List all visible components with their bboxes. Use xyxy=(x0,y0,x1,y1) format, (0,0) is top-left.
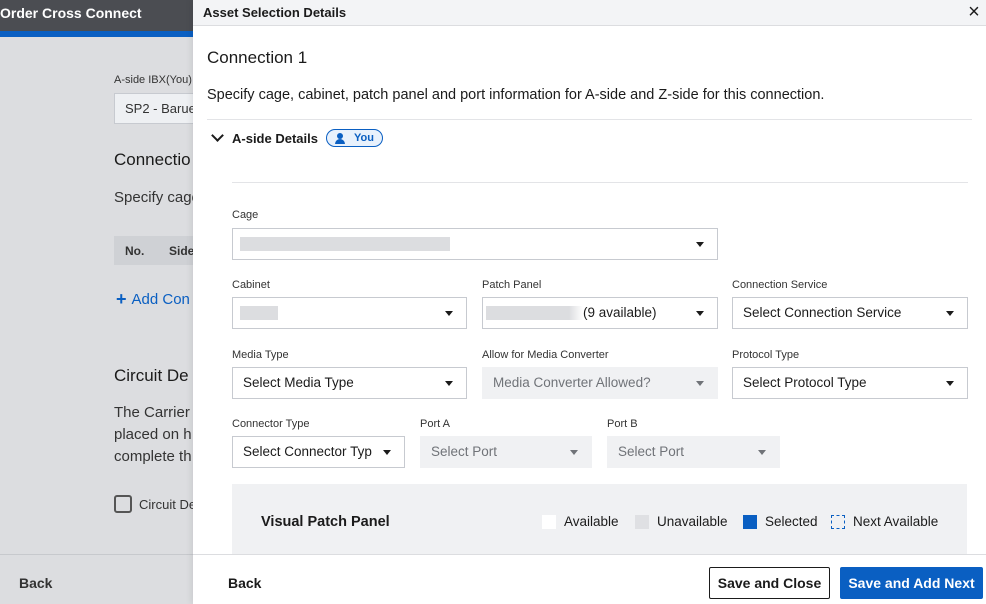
aside-ibx-label: A-side IBX(You) xyxy=(114,74,192,86)
protocol-type-select[interactable]: Select Protocol Type xyxy=(732,367,968,399)
asset-selection-drawer: Asset Selection Details × Connection 1 S… xyxy=(193,0,986,604)
connection-service-select[interactable]: Select Connection Service xyxy=(732,297,968,329)
close-icon[interactable]: × xyxy=(964,1,984,23)
back-button[interactable]: Back xyxy=(228,575,261,591)
caret-down-icon xyxy=(758,450,766,455)
chevron-down-icon xyxy=(211,129,224,142)
connector-type-label: Connector Type xyxy=(232,418,310,430)
connections-table-header: No. Side xyxy=(114,236,204,265)
connector-type-select[interactable]: Select Connector Typ xyxy=(232,436,405,468)
plus-icon: + xyxy=(116,289,127,309)
caret-down-icon xyxy=(445,381,453,386)
column-header-no: No. xyxy=(125,244,145,258)
media-converter-select: Media Converter Allowed? xyxy=(482,367,718,399)
legend-unavailable-label: Unavailable xyxy=(657,514,728,529)
connector-type-placeholder: Select Connector Typ xyxy=(243,444,372,459)
legend-next-available: Next Available xyxy=(831,514,938,529)
save-and-close-button[interactable]: Save and Close xyxy=(709,567,830,599)
connection-instructions: Specify cage, cabinet, patch panel and p… xyxy=(207,87,825,103)
drawer-body[interactable]: Connection 1 Specify cage, cabinet, patc… xyxy=(193,26,986,554)
visual-patch-panel-title: Visual Patch Panel xyxy=(261,514,390,530)
connection-service-label: Connection Service xyxy=(732,279,828,291)
media-converter-label: Allow for Media Converter xyxy=(482,349,609,361)
aside-details-toggle[interactable]: A-side Details You xyxy=(211,128,383,148)
redacted-value xyxy=(486,306,570,320)
drawer-header: Asset Selection Details × xyxy=(193,0,986,26)
port-a-select: Select Port xyxy=(420,436,592,468)
caret-down-icon xyxy=(696,381,704,386)
unavailable-swatch xyxy=(635,514,649,529)
app-title: Order Cross Connect xyxy=(0,5,142,21)
circuit-checkbox[interactable] xyxy=(114,495,132,513)
available-swatch xyxy=(542,514,556,529)
port-b-placeholder: Select Port xyxy=(618,444,685,459)
media-converter-placeholder: Media Converter Allowed? xyxy=(493,375,651,390)
caret-down-icon xyxy=(946,381,954,386)
media-type-label: Media Type xyxy=(232,349,289,361)
caret-down-icon xyxy=(445,311,453,316)
drawer-footer: Back Save and Close Save and Add Next xyxy=(193,554,986,604)
caret-down-icon xyxy=(570,450,578,455)
caret-down-icon xyxy=(946,311,954,316)
caret-down-icon xyxy=(696,311,704,316)
circuit-checkbox-label: Circuit De xyxy=(139,497,197,512)
person-icon xyxy=(334,132,346,144)
connection-heading: Connectio xyxy=(114,150,191,169)
protocol-type-label: Protocol Type xyxy=(732,349,800,361)
cabinet-select[interactable] xyxy=(232,297,467,329)
connection-title: Connection 1 xyxy=(207,48,308,67)
visual-patch-panel: Visual Patch Panel Available Unavailable… xyxy=(232,484,967,554)
carrier-line-1: The Carrier xyxy=(114,404,190,421)
background-back-button[interactable]: Back xyxy=(19,575,52,591)
carrier-line-2: placed on h xyxy=(114,426,192,443)
media-type-select[interactable]: Select Media Type xyxy=(232,367,467,399)
circuit-heading: Circuit De xyxy=(114,366,189,385)
cabinet-label: Cabinet xyxy=(232,279,270,291)
selected-swatch xyxy=(743,514,757,529)
you-badge-label: You xyxy=(353,132,374,144)
redacted-value xyxy=(240,306,278,320)
header-accent-bar xyxy=(0,31,193,37)
connection-description: Specify cage xyxy=(114,189,200,206)
aside-details-label: A-side Details xyxy=(232,130,318,146)
divider xyxy=(232,182,968,183)
legend-available-label: Available xyxy=(564,514,619,529)
you-badge: You xyxy=(325,129,383,147)
port-b-label: Port B xyxy=(607,418,638,430)
next-available-swatch xyxy=(831,514,845,529)
connection-service-placeholder: Select Connection Service xyxy=(743,305,902,320)
patch-panel-label: Patch Panel xyxy=(482,279,542,291)
drawer-title: Asset Selection Details xyxy=(203,5,347,20)
carrier-line-3: complete th xyxy=(114,448,192,465)
redacted-value xyxy=(240,237,450,251)
port-a-label: Port A xyxy=(420,418,450,430)
divider xyxy=(207,119,972,120)
patch-panel-availability: (9 available) xyxy=(583,305,657,320)
save-and-add-next-button[interactable]: Save and Add Next xyxy=(840,567,983,599)
patch-panel-select[interactable]: (9 available) xyxy=(482,297,718,329)
cage-label: Cage xyxy=(232,209,259,221)
legend-selected-label: Selected xyxy=(765,514,818,529)
add-connection-label: Add Con xyxy=(131,291,190,308)
background-footer: Back xyxy=(0,554,193,604)
caret-down-icon xyxy=(383,450,391,455)
legend-available: Available xyxy=(542,514,619,529)
protocol-type-placeholder: Select Protocol Type xyxy=(743,375,867,390)
port-a-placeholder: Select Port xyxy=(431,444,498,459)
port-b-select: Select Port xyxy=(607,436,780,468)
add-connection-link[interactable]: + Add Con xyxy=(116,288,190,309)
legend-selected: Selected xyxy=(743,514,818,529)
cage-select[interactable] xyxy=(232,228,718,260)
legend-next-available-label: Next Available xyxy=(853,514,939,529)
media-type-placeholder: Select Media Type xyxy=(243,375,354,390)
column-header-side: Side xyxy=(169,244,195,258)
caret-down-icon xyxy=(696,242,704,247)
legend-unavailable: Unavailable xyxy=(635,514,728,529)
